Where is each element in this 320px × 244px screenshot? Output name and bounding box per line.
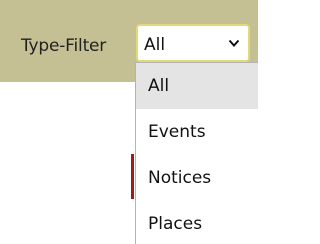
option-places[interactable]: Places	[136, 201, 258, 244]
option-notices[interactable]: Notices	[136, 155, 258, 201]
side-marker	[131, 154, 134, 199]
option-events[interactable]: Events	[136, 109, 258, 155]
type-filter-selected-value: All	[144, 35, 166, 55]
type-filter-dropdown: All Events Notices Places	[135, 62, 258, 244]
type-filter-label: Type-Filter	[21, 36, 107, 56]
option-all[interactable]: All	[136, 63, 258, 109]
page: Type-Filter All All Events Notices Place…	[0, 0, 258, 244]
chevron-down-icon	[228, 39, 240, 47]
type-filter-select[interactable]: All	[136, 24, 250, 62]
